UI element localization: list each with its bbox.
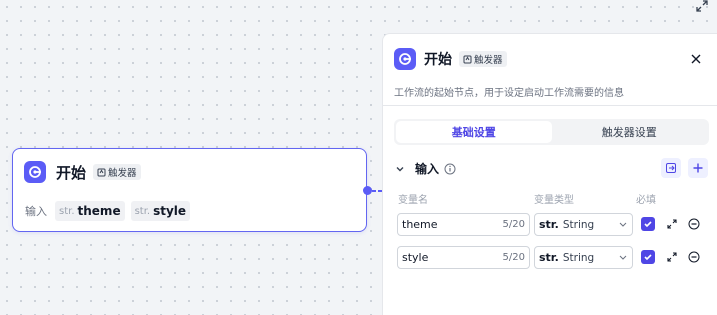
column-header-name: 变量名 [398,195,428,206]
type-prefix: str. [539,218,559,231]
tab-basic-settings[interactable]: 基础设置 [396,121,552,143]
info-icon[interactable] [444,163,456,175]
node-input-name: theme [77,204,121,218]
remove-icon[interactable] [687,250,701,264]
node-input-type: str. [134,205,151,217]
variable-name-value: style [402,251,429,264]
node-tag-label: 触发器 [108,168,137,179]
panel-description: 工作流的起始节点，用于设定启动工作流需要的信息 [394,88,624,99]
node-input-name: style [153,204,187,218]
panel-title: 开始 [424,52,452,68]
check-icon [644,221,652,228]
tab-trigger-settings[interactable]: 触发器设置 [552,121,708,143]
panel-trigger-tag: 触发器 [459,51,507,67]
variable-name-input[interactable]: theme 5/20 [397,213,530,236]
variable-type-select[interactable]: str. String [534,246,633,269]
expand-icon[interactable] [665,217,679,231]
check-icon [644,254,652,261]
start-node[interactable]: 开始 触发器 输入 str. theme str. style [12,148,367,232]
node-settings-panel: 开始 触发器 工作流的起始节点，用于设定启动工作流需要的信息 基础设置 触发器设… [382,33,717,315]
char-counter: 5/20 [502,252,525,263]
expand-icon[interactable] [665,250,679,264]
node-inputs-label: 输入 [25,205,47,218]
node-start-icon [24,161,46,183]
variable-name-value: theme [402,218,438,231]
node-title: 开始 [56,163,87,182]
node-connector [372,190,382,192]
inputs-section-header[interactable]: 输入 [395,160,456,177]
node-input-type: str. [59,205,75,217]
variable-row: theme 5/20 str. String [397,213,707,236]
trigger-tag-icon [97,168,106,176]
node-inputs: 输入 str. theme str. style [25,201,196,221]
import-icon[interactable] [661,158,681,178]
node-start-icon [394,48,416,70]
fullscreen-icon[interactable] [693,0,711,12]
variable-name-input[interactable]: style 5/20 [397,246,530,269]
variable-row: style 5/20 str. String [397,246,707,269]
type-value: String [562,251,595,264]
chevron-down-icon [619,222,627,227]
trigger-tag-icon [463,55,472,63]
node-input-chip: str. style [130,201,191,221]
node-input-chip: str. theme [55,201,125,221]
required-checkbox[interactable] [641,250,655,264]
chevron-down-icon [619,255,627,260]
char-counter: 5/20 [502,219,525,230]
column-header-type: 变量类型 [534,195,574,206]
plus-icon[interactable] [688,158,708,178]
node-header: 开始 触发器 [24,161,141,183]
node-output-handle[interactable] [363,186,372,195]
column-header-required: 必填 [636,195,656,206]
divider [383,105,717,106]
close-icon[interactable] [689,52,703,66]
settings-tabs: 基础设置 触发器设置 [394,119,709,145]
node-trigger-tag: 触发器 [93,164,141,180]
variable-type-select[interactable]: str. String [534,213,633,236]
remove-icon[interactable] [687,217,701,231]
panel-header: 开始 触发器 [394,48,507,70]
chevron-down-icon[interactable] [395,164,405,174]
panel-tag-label: 触发器 [474,55,503,66]
section-title: 输入 [415,162,440,176]
required-checkbox[interactable] [641,217,655,231]
type-value: String [562,218,595,231]
type-prefix: str. [539,251,559,264]
